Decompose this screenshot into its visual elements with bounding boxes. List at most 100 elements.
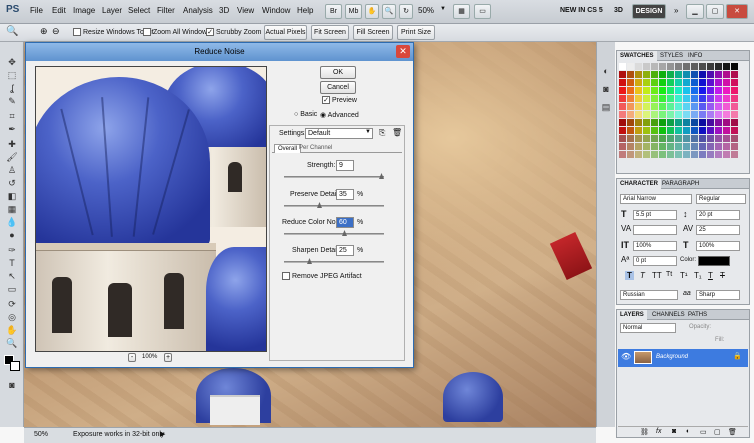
preserve-details-input[interactable]: 35 bbox=[336, 189, 354, 200]
swatch[interactable] bbox=[659, 79, 666, 86]
swatch[interactable] bbox=[731, 87, 738, 94]
leading-input[interactable]: 20 pt bbox=[696, 210, 740, 220]
swatch[interactable] bbox=[683, 63, 690, 70]
menu-3d[interactable]: 3D bbox=[219, 6, 229, 15]
clone-stamp-tool-icon[interactable]: ♙ bbox=[5, 164, 19, 176]
swatch[interactable] bbox=[723, 119, 730, 126]
swatch[interactable] bbox=[619, 135, 626, 142]
language-select[interactable]: Russian bbox=[620, 290, 678, 300]
resize-windows-checkbox[interactable]: Resize Windows To Fit bbox=[73, 28, 154, 36]
swatch[interactable] bbox=[627, 111, 634, 118]
layer-mask-icon[interactable]: ◙ bbox=[672, 428, 676, 435]
link-layers-icon[interactable]: ⛓ bbox=[640, 428, 649, 436]
3d-rotate-tool-icon[interactable]: ⟳ bbox=[5, 298, 19, 310]
swatch[interactable] bbox=[699, 79, 706, 86]
swatch[interactable] bbox=[731, 71, 738, 78]
menu-file[interactable]: File bbox=[30, 6, 43, 15]
quick-select-tool-icon[interactable]: ✎ bbox=[5, 95, 19, 107]
blend-mode-select[interactable]: Normal bbox=[620, 323, 676, 333]
swatch[interactable] bbox=[707, 111, 714, 118]
swatch[interactable] bbox=[715, 127, 722, 134]
swatch[interactable] bbox=[627, 79, 634, 86]
swatch[interactable] bbox=[619, 119, 626, 126]
delete-layer-icon[interactable]: 🗑 bbox=[728, 428, 737, 436]
swatch[interactable] bbox=[619, 79, 626, 86]
menu-image[interactable]: Image bbox=[73, 6, 95, 15]
reduce-color-noise-input[interactable]: 60 bbox=[336, 217, 354, 228]
more-workspaces-icon[interactable]: » bbox=[674, 6, 678, 15]
swatch[interactable] bbox=[635, 71, 642, 78]
crop-tool-icon[interactable]: ⌗ bbox=[5, 110, 19, 122]
swatch[interactable] bbox=[731, 95, 738, 102]
cancel-button[interactable]: Cancel bbox=[320, 81, 356, 94]
swatch[interactable] bbox=[715, 63, 722, 70]
settings-dropdown-icon[interactable]: ▼ bbox=[365, 129, 371, 135]
swatch[interactable] bbox=[635, 95, 642, 102]
swatch[interactable] bbox=[723, 71, 730, 78]
swatch[interactable] bbox=[667, 111, 674, 118]
shape-tool-icon[interactable]: ▭ bbox=[5, 283, 19, 295]
swatch[interactable] bbox=[667, 151, 674, 158]
bridge-icon[interactable]: Br bbox=[325, 4, 342, 19]
tab-character[interactable]: CHARACTER bbox=[617, 179, 661, 189]
swatch[interactable] bbox=[683, 79, 690, 86]
swatch[interactable] bbox=[619, 111, 626, 118]
swatch[interactable] bbox=[635, 119, 642, 126]
swatch[interactable] bbox=[707, 63, 714, 70]
swatch[interactable] bbox=[683, 111, 690, 118]
swatch[interactable] bbox=[619, 95, 626, 102]
status-zoom[interactable]: 50% bbox=[34, 431, 48, 438]
move-tool-icon[interactable]: ✥ bbox=[5, 56, 19, 68]
swatch[interactable] bbox=[627, 95, 634, 102]
swatch[interactable] bbox=[651, 111, 658, 118]
swatch[interactable] bbox=[667, 143, 674, 150]
swatch[interactable] bbox=[651, 103, 658, 110]
swatch[interactable] bbox=[707, 95, 714, 102]
swatch[interactable] bbox=[715, 111, 722, 118]
tab-paths[interactable]: PATHS bbox=[685, 310, 710, 320]
swatch[interactable] bbox=[675, 135, 682, 142]
advanced-radio[interactable]: ◉ Advanced bbox=[320, 111, 359, 119]
remove-jpeg-artifact-checkbox[interactable]: Remove JPEG Artifact bbox=[282, 272, 362, 280]
preserve-details-slider[interactable] bbox=[284, 202, 384, 208]
swatch[interactable] bbox=[683, 151, 690, 158]
swatch[interactable] bbox=[619, 103, 626, 110]
small-caps-icon[interactable]: Tt bbox=[666, 271, 672, 278]
swatch[interactable] bbox=[667, 79, 674, 86]
fill-screen-button[interactable]: Fill Screen bbox=[353, 25, 393, 40]
dodge-tool-icon[interactable]: ● bbox=[5, 229, 19, 241]
zoom-tool-icon[interactable]: 🔍 bbox=[5, 337, 19, 349]
swatch[interactable] bbox=[723, 103, 730, 110]
arrange-documents-icon[interactable]: ▦ bbox=[453, 4, 470, 19]
swatch[interactable] bbox=[731, 143, 738, 150]
adjustments-icon[interactable]: ◐ bbox=[598, 64, 614, 78]
superscript-icon[interactable]: T¹ bbox=[680, 271, 688, 280]
gradient-tool-icon[interactable]: ▦ bbox=[5, 203, 19, 215]
menu-analysis[interactable]: Analysis bbox=[183, 6, 213, 15]
swatch[interactable] bbox=[691, 143, 698, 150]
swatch[interactable] bbox=[643, 119, 650, 126]
swatch[interactable] bbox=[675, 87, 682, 94]
swatch-grid[interactable] bbox=[619, 63, 741, 171]
swatch[interactable] bbox=[699, 63, 706, 70]
swatch[interactable] bbox=[699, 71, 706, 78]
swatch[interactable] bbox=[659, 127, 666, 134]
swatch[interactable] bbox=[627, 71, 634, 78]
swatch[interactable] bbox=[635, 135, 642, 142]
swatch[interactable] bbox=[675, 119, 682, 126]
swatch[interactable] bbox=[691, 119, 698, 126]
swatch[interactable] bbox=[731, 135, 738, 142]
swatch[interactable] bbox=[691, 135, 698, 142]
swatch[interactable] bbox=[707, 135, 714, 142]
swatch[interactable] bbox=[627, 87, 634, 94]
swatch[interactable] bbox=[691, 127, 698, 134]
workspace-new-in-cs5[interactable]: NEW IN CS 5 bbox=[560, 7, 603, 14]
zoom-in-button[interactable]: + bbox=[164, 353, 172, 362]
swatch[interactable] bbox=[683, 87, 690, 94]
maximize-icon[interactable]: ▢ bbox=[706, 4, 724, 19]
tab-info[interactable]: INFO bbox=[685, 51, 705, 61]
swatch[interactable] bbox=[715, 71, 722, 78]
sharpen-details-slider[interactable] bbox=[284, 258, 384, 264]
swatch[interactable] bbox=[667, 71, 674, 78]
underline-icon[interactable]: T bbox=[708, 271, 713, 280]
